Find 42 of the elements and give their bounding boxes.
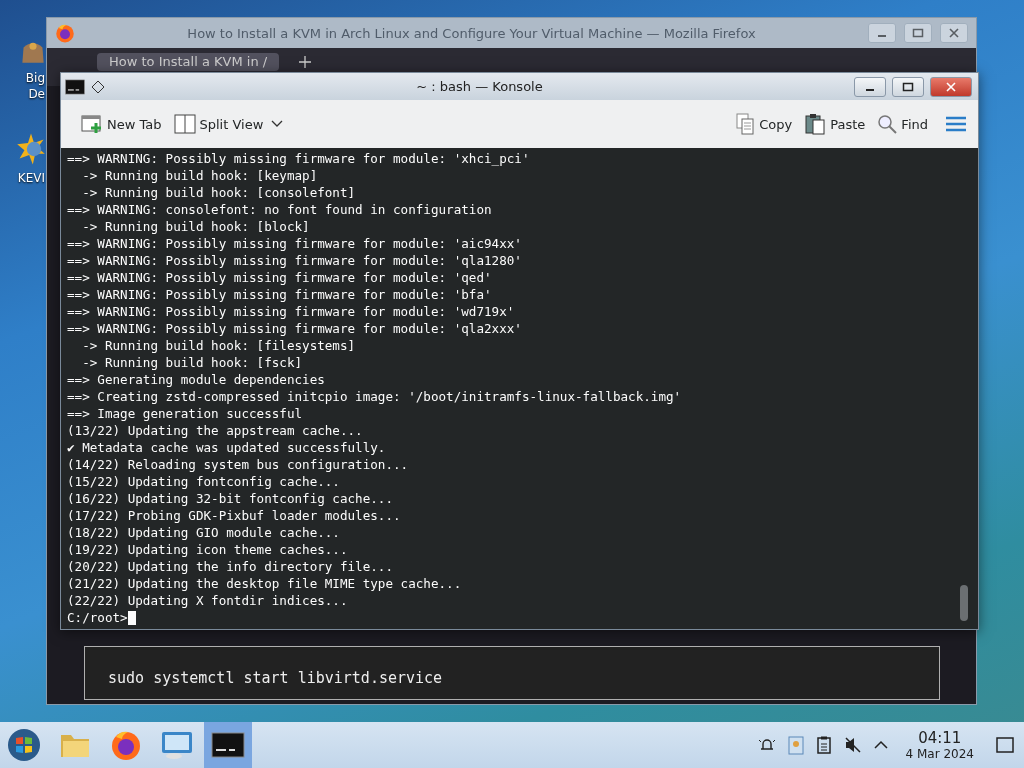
split-view-button[interactable]: Split View: [169, 110, 268, 138]
close-button[interactable]: [930, 76, 972, 97]
icon-label: De: [27, 86, 46, 102]
paste-button[interactable]: Paste: [800, 109, 870, 139]
close-button[interactable]: [940, 23, 968, 43]
new-tab-icon: [81, 114, 103, 134]
copy-button[interactable]: Copy: [731, 109, 797, 139]
clock-time: 04:11: [918, 729, 962, 747]
maximize-button[interactable]: [892, 76, 924, 97]
code-block: sudo systemctl start libvirtd.service: [84, 646, 940, 700]
icon-label: Big: [25, 70, 46, 86]
pin-icon[interactable]: [91, 79, 105, 94]
close-icon: [945, 81, 957, 92]
find-button[interactable]: Find: [873, 110, 932, 138]
clipboard-icon[interactable]: [815, 736, 832, 754]
browser-tab[interactable]: How to Install a KVM in /: [97, 53, 280, 71]
terminal-icon[interactable]: [204, 722, 252, 768]
show-desktop-icon[interactable]: [996, 737, 1014, 753]
new-tab-button[interactable]: New Tab: [77, 110, 166, 138]
minimize-icon: [866, 88, 874, 91]
firefox-icon: [55, 23, 75, 43]
muted-speaker-icon[interactable]: [843, 736, 862, 754]
caret-icon[interactable]: [873, 740, 888, 750]
search-icon: [877, 114, 898, 134]
window-title: How to Install a KVM in Arch Linux and Configure Your Virtual Machine — Mozilla Firefox: [186, 25, 757, 41]
caret-icon[interactable]: [271, 120, 284, 128]
clipboard-icon[interactable]: [787, 735, 804, 755]
split-view-icon: [173, 114, 196, 134]
close-icon: [948, 28, 960, 38]
clock-date: 4 Mar 2024: [905, 746, 974, 761]
copy-icon: [735, 113, 756, 135]
menu-icon[interactable]: [946, 116, 966, 132]
icon-label: KEVI: [17, 170, 46, 186]
terminal-icon: [65, 78, 85, 95]
terminal-output: ==> WARNING: Possibly missing firmware for module: 'xhci_pci' -> Running build hook: [keymap] -> Running build hook: [consolefont] ==> WARNING: consolefont: no font found in configuration -> Running build hook: [block] ==> WARNING: Possibly missing firmware for module: 'aic94xx' ==> WARNING: Possibly missing firmware for module: 'qla1280' ==> WARNING: Possibly missing firmware for module: 'qed' ==> WARNING: Possibly missing firmware for module: 'bfa' ==> WARNING: Possibly missing firmware for module: 'wd719x' ==> WARNING: Possibly missing firmware for module: 'qla2xxx' -> Running build hook: [filesystems] -> Running build hook: [fsck] ==> Generating module dependencies ==> Creating zstd-compressed initcpio image: '/boot/initramfs-linux-fallback.img' ==> Image generation successful (13/22) Updating the appstream cache... ✔ Metadata cache was updated successfully. (14/22) Reloading system bus configuration... (15/22) Updating fontconfig cache... (16/22) Updating 32-bit fontconfig cache... (17/22) Probing GDK-Pixbuf loader modules... (18/22) Updating GIO module cache... (19/22) Updating icon theme caches... (20/22) Updating the info directory file... (21/22) Updating the desktop file MIME type cache... (22/22) Updating X fontdir indices... C:/root>: [67, 150, 683, 627]
paste-icon: [804, 113, 827, 135]
maximize-icon: [912, 28, 924, 38]
maximize-icon: [902, 81, 914, 92]
minimize-button[interactable]: [854, 76, 886, 97]
minimize-icon: [878, 35, 886, 37]
window-title: ~ : bash — Konsole: [415, 79, 544, 94]
text-cursor: [127, 610, 136, 625]
